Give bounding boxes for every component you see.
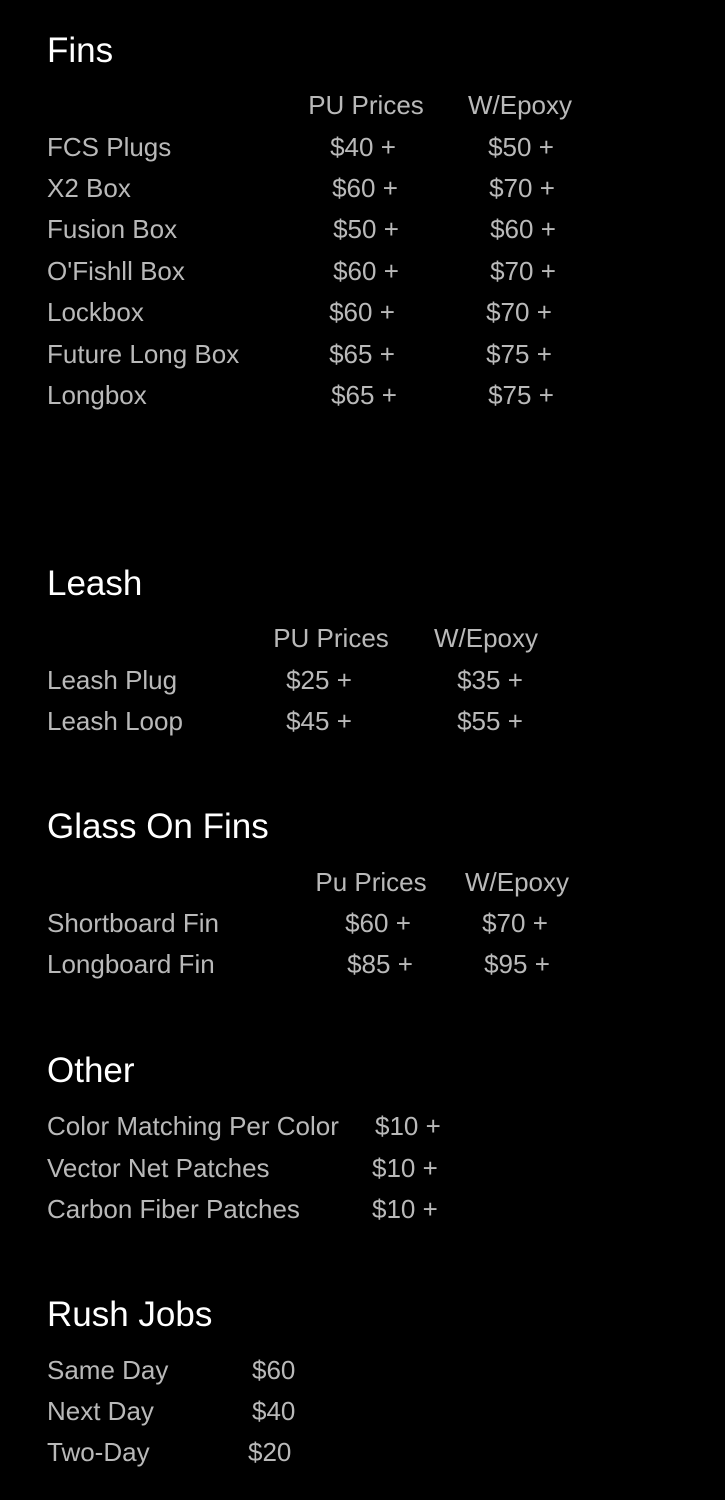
leash-heading: Leash: [47, 564, 143, 603]
leash-epoxy-column-header: W/Epoxy: [433, 623, 539, 653]
leash-item-pu-price: $45 +: [286, 706, 352, 736]
fins-item-pu-price: $40 +: [330, 132, 396, 162]
other-item-price: $10 +: [375, 1111, 441, 1141]
rush-job-name: Two-Day: [47, 1437, 150, 1467]
rush-job-name: Next Day: [47, 1396, 154, 1426]
glass-on-fins-heading: Glass On Fins: [47, 807, 269, 846]
glass-on-fins-pu-column-header: Pu Prices: [315, 867, 427, 897]
fins-heading: Fins: [47, 31, 114, 70]
other-heading: Other: [47, 1051, 135, 1090]
glass-on-fins-item-name: Shortboard Fin: [47, 908, 219, 938]
leash-item-epoxy-price: $55 +: [457, 706, 523, 736]
fins-item-name: X2 Box: [47, 173, 131, 203]
fins-item-epoxy-price: $75 +: [486, 339, 552, 369]
fins-pu-column-header: PU Prices: [308, 90, 424, 120]
other-item-name: Vector Net Patches: [47, 1153, 270, 1183]
other-item-name: Carbon Fiber Patches: [47, 1194, 300, 1224]
fins-item-name: O'Fishll Box: [47, 256, 185, 286]
rush-job-price: $20: [248, 1437, 292, 1467]
fins-item-epoxy-price: $70 +: [490, 256, 556, 286]
fins-item-epoxy-price: $75 +: [488, 380, 554, 410]
glass-on-fins-item-epoxy-price: $70 +: [482, 908, 548, 938]
fins-item-pu-price: $60 +: [332, 173, 398, 203]
glass-on-fins-item-epoxy-price: $95 +: [484, 949, 550, 979]
fins-item-name: FCS Plugs: [47, 132, 172, 162]
glass-on-fins-epoxy-column-header: W/Epoxy: [464, 867, 570, 897]
other-item-price: $10 +: [372, 1153, 438, 1183]
fins-item-epoxy-price: $70 +: [489, 173, 555, 203]
fins-item-pu-price: $60 +: [329, 297, 395, 327]
leash-pu-column-header: PU Prices: [273, 623, 389, 653]
fins-epoxy-column-header: W/Epoxy: [467, 90, 573, 120]
fins-item-epoxy-price: $60 +: [490, 214, 556, 244]
fins-item-epoxy-price: $70 +: [486, 297, 552, 327]
fins-item-pu-price: $60 +: [333, 256, 399, 286]
rush-job-name: Same Day: [47, 1355, 169, 1385]
rush-job-price: $60: [252, 1355, 296, 1385]
leash-item-epoxy-price: $35 +: [457, 665, 523, 695]
leash-item-name: Leash Plug: [47, 665, 178, 695]
glass-on-fins-item-pu-price: $85 +: [347, 949, 413, 979]
fins-item-pu-price: $65 +: [329, 339, 395, 369]
rush-jobs-heading: Rush Jobs: [47, 1295, 213, 1334]
leash-item-pu-price: $25 +: [286, 665, 352, 695]
other-item-price: $10 +: [372, 1194, 438, 1224]
other-item-name: Color Matching Per Color: [47, 1111, 339, 1141]
fins-item-name: Longbox: [47, 380, 147, 410]
fins-item-epoxy-price: $50 +: [488, 132, 554, 162]
glass-on-fins-item-pu-price: $60 +: [345, 908, 411, 938]
rush-job-price: $40: [252, 1396, 296, 1426]
fins-item-pu-price: $65 +: [331, 380, 397, 410]
fins-item-name: Future Long Box: [47, 339, 240, 369]
glass-on-fins-item-name: Longboard Fin: [47, 949, 215, 979]
fins-item-name: Fusion Box: [47, 214, 178, 244]
fins-item-pu-price: $50 +: [333, 214, 399, 244]
leash-item-name: Leash Loop: [47, 706, 183, 736]
fins-item-name: Lockbox: [47, 297, 144, 327]
